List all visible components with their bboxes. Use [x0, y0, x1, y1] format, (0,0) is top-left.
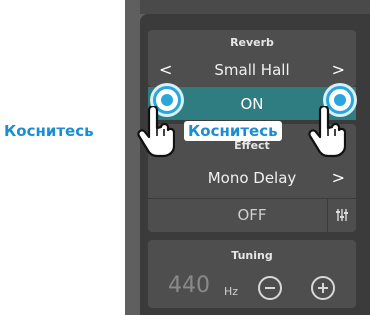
hand-pointer-right-icon [308, 106, 346, 158]
effect-state[interactable]: OFF [148, 206, 356, 224]
effect-divider [148, 198, 356, 199]
device-top-bar [140, 0, 370, 14]
tuning-unit: Hz [224, 285, 239, 298]
reverb-next-arrow[interactable]: > [332, 60, 345, 79]
reverb-type-value: Small Hall [214, 61, 290, 79]
minus-circle-icon[interactable] [258, 276, 282, 300]
touch-label-right: Коснитесь [184, 121, 282, 141]
reverb-title: Reverb [230, 36, 274, 49]
reverb-panel: Reverb < Small Hall > [148, 30, 356, 87]
effect-type-value: Mono Delay [207, 169, 297, 187]
tuning-value: 440 [168, 273, 210, 298]
hand-pointer-left-icon [137, 106, 175, 158]
sliders-icon[interactable] [335, 208, 349, 222]
plus-circle-icon[interactable] [311, 276, 335, 300]
touch-label-left: Коснитесь [0, 121, 98, 141]
effect-next-arrow[interactable]: > [332, 168, 345, 187]
effect-vertical-divider [327, 199, 328, 232]
tuning-panel: Tuning 440 Hz [148, 240, 356, 308]
tuning-title: Tuning [231, 249, 273, 262]
